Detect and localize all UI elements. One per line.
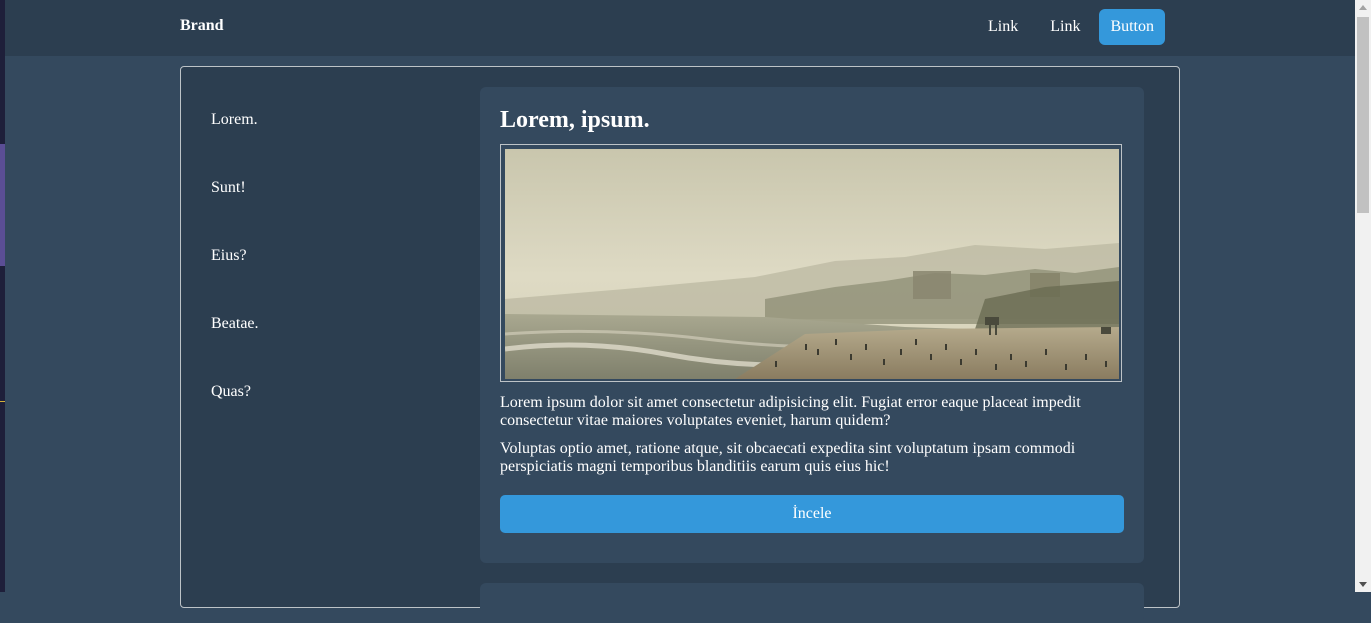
- scroll-thumb[interactable]: [1357, 17, 1369, 213]
- beach-photo: [505, 149, 1119, 379]
- left-edge-accent: [0, 144, 5, 266]
- sidebar-item-eius[interactable]: Eius?: [211, 247, 259, 315]
- sidebar-item-quas[interactable]: Quas?: [211, 383, 259, 451]
- left-edge-strip: [0, 0, 5, 592]
- left-edge-tick: [0, 401, 5, 402]
- sidebar-item-lorem[interactable]: Lorem.: [211, 111, 259, 179]
- card-image-frame: [500, 144, 1122, 382]
- scroll-down-arrow-icon[interactable]: [1359, 582, 1367, 587]
- card-paragraph-2: Voluptas optio amet, ratione atque, sit …: [500, 440, 1076, 475]
- content-card: Lorem, ipsum. Lorem ipsum dolor sit amet…: [480, 87, 1144, 563]
- sidebar: Lorem. Sunt! Eius? Beatae. Quas?: [211, 111, 259, 451]
- main-container: Lorem. Sunt! Eius? Beatae. Quas? Lorem, …: [180, 66, 1180, 623]
- card-paragraph-1: Lorem ipsum dolor sit amet consectetur a…: [500, 394, 1081, 429]
- navbar: Brand Link Link Button: [5, 0, 1355, 56]
- scroll-up-arrow-icon[interactable]: [1359, 5, 1367, 10]
- sidebar-item-beatae[interactable]: Beatae.: [211, 315, 259, 383]
- page-scrollbar[interactable]: [1355, 0, 1371, 592]
- sidebar-item-sunt[interactable]: Sunt!: [211, 179, 259, 247]
- content-card-2: [480, 583, 1144, 623]
- nav-button[interactable]: Button: [1099, 9, 1165, 45]
- card-title: Lorem, ipsum.: [500, 107, 650, 133]
- brand-logo[interactable]: Brand: [180, 17, 224, 35]
- nav-link-1[interactable]: Link: [972, 10, 1034, 44]
- incele-button[interactable]: İncele: [500, 495, 1124, 533]
- nav-links: Link Link Button: [972, 9, 1165, 45]
- nav-link-2[interactable]: Link: [1034, 10, 1096, 44]
